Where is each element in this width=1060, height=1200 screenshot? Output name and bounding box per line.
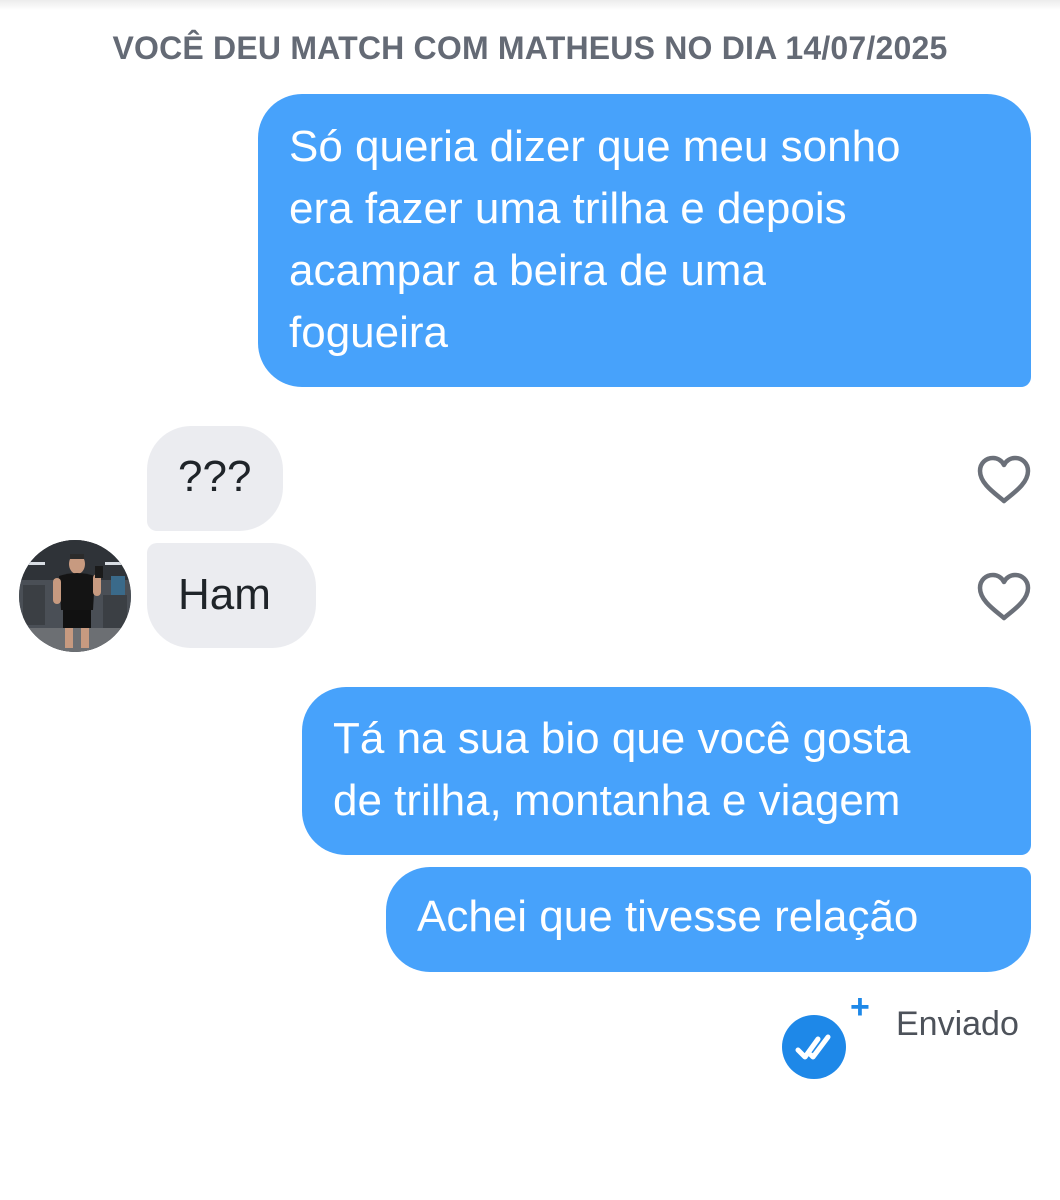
message-status-label: Enviado [896, 1005, 1019, 1043]
heart-icon[interactable] [976, 572, 1032, 622]
message-line: ??? [178, 452, 252, 501]
message-line: Achei que tivesse relação [417, 892, 919, 941]
message-line: fogueira [289, 308, 449, 357]
plus-icon[interactable]: + [850, 990, 870, 1024]
message-line: acampar a beira de uma [289, 246, 766, 295]
profile-photo [19, 540, 131, 652]
match-date-header: VOCÊ DEU MATCH COM MATHEUS NO DIA 14/07/… [112, 30, 948, 66]
double-check-icon [782, 1015, 846, 1079]
received-message-bubble[interactable]: Ham [147, 543, 316, 648]
message-line: de trilha, montanha e viagem [333, 776, 901, 825]
sent-message-bubble[interactable]: Só queria dizer que meu sonho era fazer … [258, 94, 1031, 387]
sent-message-bubble[interactable]: Achei que tivesse relação [386, 867, 1031, 972]
avatar[interactable] [19, 540, 131, 652]
top-bar-shadow [0, 0, 1060, 10]
received-message-bubble[interactable]: ??? [147, 426, 283, 531]
heart-icon[interactable] [976, 455, 1032, 505]
message-line: Tá na sua bio que você gosta [333, 714, 911, 763]
sent-message-bubble[interactable]: Tá na sua bio que você gosta de trilha, … [302, 687, 1031, 855]
message-line: era fazer uma trilha e depois [289, 184, 847, 233]
message-line: Ham [178, 570, 271, 619]
message-line: Só queria dizer que meu sonho [289, 122, 901, 171]
